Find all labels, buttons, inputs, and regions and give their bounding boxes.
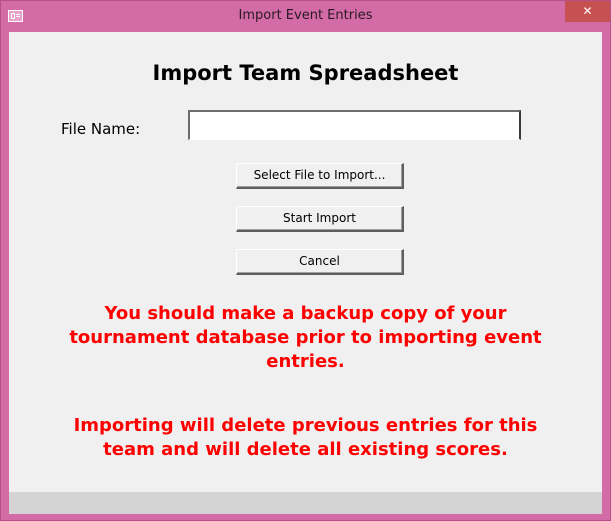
import-event-entries-window: Import Event Entries ✕ Import Team Sprea… bbox=[0, 0, 611, 521]
window-title: Import Event Entries bbox=[238, 8, 373, 23]
file-name-input[interactable] bbox=[188, 110, 521, 140]
delete-warning: Importing will delete previous entries f… bbox=[9, 414, 602, 462]
close-button[interactable]: ✕ bbox=[565, 1, 610, 22]
backup-warning-line: You should make a backup copy of your bbox=[104, 303, 507, 324]
backup-warning: You should make a backup copy of your to… bbox=[9, 302, 602, 374]
delete-warning-line: team and will delete all existing scores… bbox=[103, 439, 508, 460]
file-name-label: File Name: bbox=[61, 120, 141, 138]
close-icon: ✕ bbox=[582, 4, 593, 18]
backup-warning-line: entries. bbox=[266, 351, 345, 372]
start-import-button[interactable]: Start Import bbox=[236, 206, 404, 232]
dialog-heading: Import Team Spreadsheet bbox=[152, 61, 459, 85]
delete-warning-line: Importing will delete previous entries f… bbox=[73, 415, 538, 436]
cancel-button[interactable]: Cancel bbox=[236, 249, 404, 275]
status-strip bbox=[9, 492, 602, 514]
select-file-button[interactable]: Select File to Import... bbox=[236, 163, 404, 189]
title-bar[interactable]: Import Event Entries ✕ bbox=[1, 1, 610, 32]
dialog-content: Import Team Spreadsheet File Name: Selec… bbox=[9, 32, 602, 492]
backup-warning-line: tournament database prior to importing e… bbox=[69, 327, 542, 348]
